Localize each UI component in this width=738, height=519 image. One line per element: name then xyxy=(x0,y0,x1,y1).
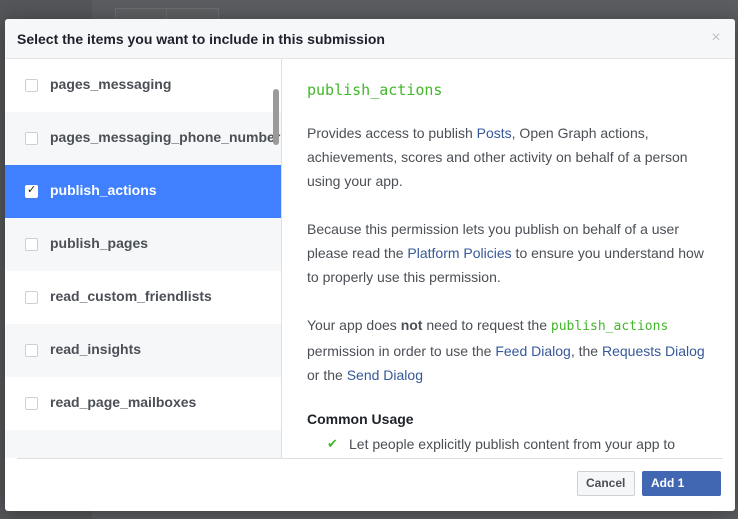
permission-label: read_custom_friendlists xyxy=(50,288,212,304)
add-items-button[interactable]: Add 1 Item xyxy=(642,471,721,511)
dialog-body: ✓ pages_messaging ✓ pages_messaging_phon… xyxy=(5,59,735,458)
permission-item-read-custom-friendlists[interactable]: ✓ read_custom_friendlists xyxy=(5,271,281,324)
text: need to request the xyxy=(422,317,551,333)
text: Your app does xyxy=(307,317,401,333)
dialog-footer: Cancel Add 1 Item xyxy=(5,459,735,511)
common-usage-heading: Common Usage xyxy=(307,411,414,427)
feed-dialog-link[interactable]: Feed Dialog xyxy=(495,343,571,359)
permission-item-pages-messaging[interactable]: ✓ pages_messaging xyxy=(5,59,281,112)
checkbox[interactable]: ✓ xyxy=(25,291,38,304)
text: or the xyxy=(307,367,347,383)
usage-text: Let people explicitly publish content fr… xyxy=(349,436,676,452)
detail-paragraph-1: Provides access to publish Posts, Open G… xyxy=(307,121,712,193)
checkmark-icon: ✔ xyxy=(327,436,338,451)
checkbox[interactable]: ✓ xyxy=(25,184,38,198)
permission-label: pages_messaging_phone_number xyxy=(50,129,281,145)
checkbox[interactable]: ✓ xyxy=(25,238,38,251)
permission-label: publish_pages xyxy=(50,235,149,251)
posts-link[interactable]: Posts xyxy=(477,125,512,141)
usage-item: ✔ Let people explicitly publish content … xyxy=(307,435,711,453)
dialog-title: Select the items you want to include in … xyxy=(17,31,385,47)
permission-item-publish-pages[interactable]: ✓ publish_pages xyxy=(5,218,281,271)
checkbox[interactable]: ✓ xyxy=(25,397,38,410)
permission-label: read_page_mailboxes xyxy=(50,394,197,410)
permission-item-partial[interactable] xyxy=(5,430,281,458)
text: , the xyxy=(570,343,602,359)
platform-policies-link[interactable]: Platform Policies xyxy=(407,245,511,261)
close-icon[interactable]: × xyxy=(709,29,723,47)
detail-paragraph-2: Because this permission lets you publish… xyxy=(307,217,712,289)
permission-item-read-page-mailboxes[interactable]: ✓ read_page_mailboxes xyxy=(5,377,281,430)
permission-item-publish-actions[interactable]: ✓ publish_actions xyxy=(5,165,281,218)
list-scrollbar[interactable] xyxy=(273,89,279,145)
detail-title: publish_actions xyxy=(307,81,443,99)
permission-label: publish_actions xyxy=(50,182,157,198)
permission-list[interactable]: ✓ pages_messaging ✓ pages_messaging_phon… xyxy=(5,59,282,458)
permission-item-pages-messaging-phone-number[interactable]: ✓ pages_messaging_phone_number xyxy=(5,112,281,165)
checkbox[interactable]: ✓ xyxy=(25,79,38,92)
detail-paragraph-3: Your app does not need to request the pu… xyxy=(307,313,712,387)
check-icon: ✓ xyxy=(27,184,37,196)
cancel-button[interactable]: Cancel xyxy=(577,471,635,496)
text: permission in order to use the xyxy=(307,343,496,359)
permission-item-read-insights[interactable]: ✓ read_insights xyxy=(5,324,281,377)
dialog-header: Select the items you want to include in … xyxy=(5,19,735,59)
checkbox[interactable]: ✓ xyxy=(25,344,38,357)
permission-label: read_insights xyxy=(50,341,142,357)
text: Provides access to publish xyxy=(307,125,477,141)
requests-dialog-link[interactable]: Requests Dialog xyxy=(602,343,705,359)
permission-detail: publish_actions Provides access to publi… xyxy=(283,59,735,458)
permission-code: publish_actions xyxy=(550,319,669,334)
submission-dialog: Select the items you want to include in … xyxy=(5,19,735,511)
send-dialog-link[interactable]: Send Dialog xyxy=(347,367,423,383)
emphasis: not xyxy=(400,317,423,333)
checkbox[interactable]: ✓ xyxy=(25,132,38,145)
permission-label: pages_messaging xyxy=(50,76,172,92)
